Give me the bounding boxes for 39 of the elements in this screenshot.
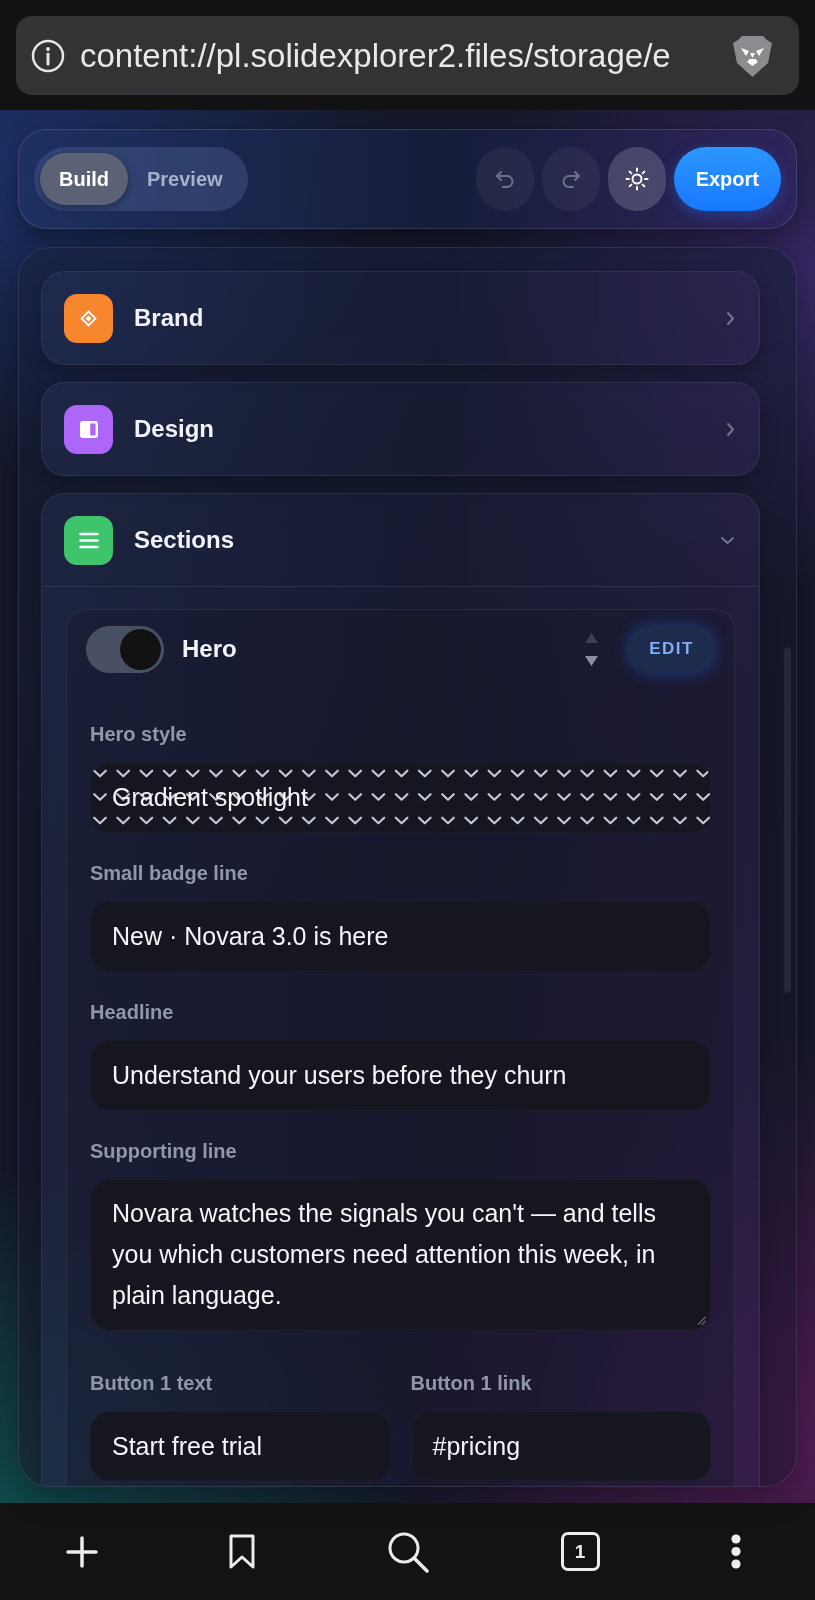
group-title: Brand (134, 304, 205, 332)
export-button[interactable]: Export (673, 147, 781, 211)
accordion-card[interactable]: Design (41, 382, 760, 476)
menu-icon[interactable] (731, 1534, 742, 1569)
mode-switch[interactable]: Build Preview (34, 147, 248, 211)
address-bar[interactable]: content://pl.solidexplorer2.files/storage/e (16, 16, 799, 95)
text-area[interactable]: Novara watches the signals you can't — and tells you which customers need attention this week, in plain language. (90, 1179, 711, 1330)
tab-counter-button[interactable]: 1 (560, 1532, 600, 1571)
text-field[interactable]: New · Novara 3.0 is here (90, 901, 711, 972)
edit-button[interactable]: EDIT (628, 625, 715, 673)
field-label: Button 1 text (90, 1371, 214, 1395)
field-label: Hero style (90, 722, 188, 746)
chevron-right-icon[interactable] (726, 310, 735, 326)
field-label: Button 1 link (410, 1371, 533, 1395)
sun-icon (624, 167, 649, 191)
bookmark-icon[interactable] (229, 1533, 256, 1570)
chevron-down-icon[interactable] (720, 535, 735, 545)
dropdown-field[interactable]: Gradient spotlight (90, 762, 711, 833)
search-icon[interactable] (387, 1530, 429, 1573)
accordion-card[interactable]: Brand (41, 271, 760, 365)
group-title: Design (134, 415, 215, 443)
text-field[interactable]: Start free trial (90, 1411, 391, 1481)
accordion-card[interactable] (41, 493, 760, 1486)
field-label: Headline (90, 1000, 175, 1024)
text-field[interactable]: #pricing (410, 1411, 711, 1481)
chevron-right-icon[interactable] (726, 421, 735, 437)
resize-handle-icon[interactable] (697, 1316, 706, 1325)
triangle-down-icon[interactable] (585, 655, 598, 666)
info-icon[interactable] (31, 38, 65, 73)
plus-icon[interactable] (65, 1535, 98, 1568)
field-label: Small badge line (90, 861, 249, 885)
group-title: Sections (134, 526, 236, 554)
mode-tab[interactable]: Build (40, 153, 128, 205)
field-label: Supporting line (90, 1139, 238, 1163)
text-field[interactable]: Understand your users before they churn (90, 1040, 711, 1111)
visibility-toggle[interactable] (86, 625, 164, 673)
mode-tab[interactable]: Preview (128, 153, 242, 205)
url-text: content://pl.solidexplorer2.files/storage/e (80, 35, 672, 76)
section-title: Hero (182, 635, 238, 663)
